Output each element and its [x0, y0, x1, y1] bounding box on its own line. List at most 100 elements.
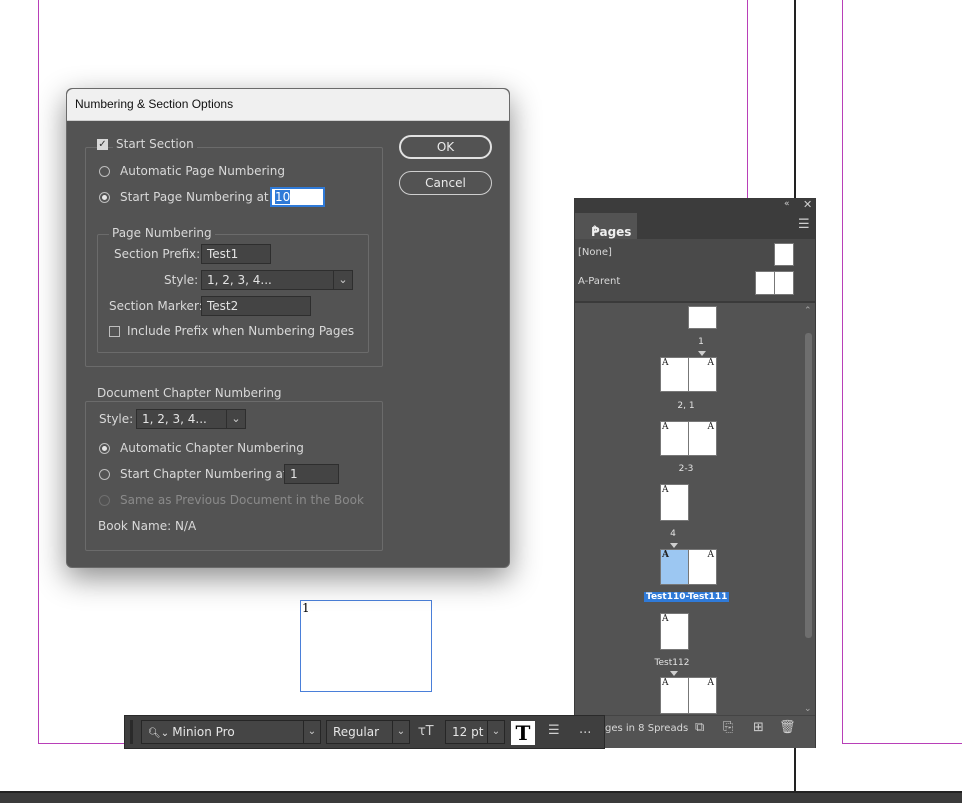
trash-icon[interactable]: 🗑: [779, 720, 796, 735]
chapter-numbering-legend: Document Chapter Numbering: [94, 386, 285, 400]
auto-chapter-label: Automatic Chapter Numbering: [120, 441, 304, 455]
include-prefix-label: Include Prefix when Numbering Pages: [127, 324, 355, 338]
align-left-icon[interactable]: ☰: [548, 723, 560, 738]
panel-header-strip: « ✕: [575, 198, 815, 213]
parent-apply-icon[interactable]: ⎘: [723, 720, 733, 735]
properties-bar: 🔍︎⌄ Minion Pro ⌄ Regular ⌄ ꚍT 12 pt ⌄ T …: [124, 715, 605, 749]
spread-label: 2, 1: [677, 401, 695, 411]
none-parent-label[interactable]: [None]: [578, 247, 612, 258]
page-thumb[interactable]: A: [660, 421, 689, 456]
start-section-label: Start Section: [113, 137, 197, 151]
style-label: Style:: [164, 273, 199, 287]
a-parent-thumb-right[interactable]: [774, 271, 794, 295]
pasteboard-bottom: [0, 791, 962, 803]
search-icon: 🔍︎⌄: [148, 728, 173, 739]
chevron-down-icon: ⌄: [303, 721, 320, 743]
font-size-icon: ꚍT: [418, 724, 434, 739]
margin-guide-bottom: [38, 743, 128, 744]
scroll-down-icon[interactable]: ⌄: [804, 704, 812, 714]
auto-chapter-radio[interactable]: [99, 443, 110, 454]
pages-panel-footer: ges in 8 Spreads ⧉ ⎘ ⊞ 🗑: [575, 715, 815, 748]
text-frame-content: 1: [302, 601, 310, 615]
page-thumb[interactable]: A: [688, 677, 717, 714]
same-as-previous-label: Same as Previous Document in the Book: [120, 493, 364, 507]
start-chapter-label: Start Chapter Numbering at:: [120, 467, 292, 481]
font-family-select[interactable]: 🔍︎⌄ Minion Pro ⌄: [141, 720, 321, 744]
a-parent-label[interactable]: A-Parent: [578, 276, 620, 287]
none-parent-thumb[interactable]: [774, 243, 794, 266]
section-marker-label: Section Marker:: [109, 299, 203, 313]
start-section-checkbox[interactable]: ✓: [97, 139, 108, 150]
chapter-style-value: 1, 2, 3, 4...: [142, 412, 207, 426]
pages-panel: « ✕ ⇕ Pages ☰ [None] A-Parent 1 A A 2, 1…: [574, 198, 816, 748]
page-thumb[interactable]: A: [688, 357, 717, 392]
page-thumb[interactable]: A: [660, 484, 689, 521]
page-thumb[interactable]: A: [688, 421, 717, 456]
pages-count-text: ges in 8 Spreads: [605, 723, 689, 734]
section-prefix-label: Section Prefix:: [114, 247, 201, 261]
dialog-title-bar[interactable]: Numbering & Section Options: [67, 89, 509, 121]
spread-label-selected: Test110-Test111: [644, 592, 730, 602]
parents-section: [None] A-Parent: [575, 239, 815, 303]
drag-handle[interactable]: [130, 720, 133, 744]
a-parent-thumb-left[interactable]: [755, 271, 775, 295]
margin-guide-left: [38, 0, 39, 744]
edit-page-size-icon[interactable]: ⧉: [695, 720, 704, 735]
pages-scrollbar[interactable]: ⌃ ⌄: [804, 306, 813, 714]
page-thumb[interactable]: A: [660, 613, 689, 650]
start-chapter-radio[interactable]: [99, 469, 110, 480]
page-thumb[interactable]: A: [688, 549, 717, 585]
chevron-down-icon: ⌄: [333, 271, 352, 289]
section-start-icon: [670, 671, 678, 676]
numbering-section-dialog: Numbering & Section Options ✓ Start Sect…: [66, 88, 510, 568]
auto-page-label: Automatic Page Numbering: [120, 164, 285, 178]
page-thumb-selected[interactable]: A: [660, 549, 689, 585]
tab-pages[interactable]: ⇕ Pages: [575, 213, 637, 239]
margin-guide-next-bottom: [842, 743, 962, 744]
font-style-select[interactable]: Regular ⌄: [326, 720, 410, 744]
chapter-style-select[interactable]: 1, 2, 3, 4... ⌄: [136, 409, 246, 429]
auto-page-radio[interactable]: [99, 166, 110, 177]
margin-guide-next-page: [842, 0, 843, 744]
character-formatting-icon[interactable]: T: [511, 721, 535, 745]
section-prefix-input[interactable]: Test1: [201, 244, 271, 264]
close-icon[interactable]: ✕: [803, 198, 812, 211]
chapter-style-label: Style:: [99, 412, 134, 426]
spread-label: Test112: [654, 658, 690, 668]
panel-menu-icon[interactable]: ☰: [798, 217, 810, 232]
page-style-select[interactable]: 1, 2, 3, 4... ⌄: [201, 270, 353, 290]
spread-label: 2-3: [678, 464, 694, 474]
spread-label: 1: [698, 337, 704, 347]
font-size-select[interactable]: 12 pt ⌄: [445, 720, 505, 744]
chevron-down-icon: ⌄: [487, 721, 504, 743]
chevron-down-icon: ⌄: [226, 410, 245, 428]
dialog-title: Numbering & Section Options: [75, 97, 234, 111]
page-style-value: 1, 2, 3, 4...: [207, 273, 272, 287]
start-page-input[interactable]: 10: [270, 187, 325, 207]
section-start-icon: [698, 351, 706, 356]
scrollbar-thumb[interactable]: [805, 333, 812, 638]
book-name-label: Book Name: N/A: [98, 519, 197, 533]
more-options-icon[interactable]: ...: [579, 722, 591, 737]
page-thumb[interactable]: [688, 306, 717, 329]
start-page-radio[interactable]: [99, 192, 110, 203]
margin-guide-right: [747, 0, 748, 200]
include-prefix-checkbox[interactable]: [109, 326, 120, 337]
panel-tab-bar: ⇕ Pages ☰: [575, 213, 815, 239]
section-marker-input[interactable]: Test2: [201, 296, 311, 316]
new-page-icon[interactable]: ⊞: [753, 720, 764, 735]
chevron-down-icon: ⌄: [392, 721, 409, 743]
start-chapter-input[interactable]: 1: [284, 464, 339, 484]
collapse-icon[interactable]: «: [784, 199, 790, 209]
same-as-previous-radio: [99, 495, 110, 506]
page-thumb[interactable]: A: [660, 357, 689, 392]
start-page-label: Start Page Numbering at:: [120, 190, 273, 204]
spread-label: 4: [670, 529, 676, 539]
page-numbering-legend: Page Numbering: [109, 226, 215, 240]
section-start-icon: [670, 543, 678, 548]
page-thumb[interactable]: A: [660, 677, 689, 714]
cancel-button[interactable]: Cancel: [399, 171, 492, 195]
text-frame[interactable]: 1: [300, 600, 432, 692]
ok-button[interactable]: OK: [399, 135, 492, 159]
scroll-up-icon[interactable]: ⌃: [804, 306, 812, 316]
